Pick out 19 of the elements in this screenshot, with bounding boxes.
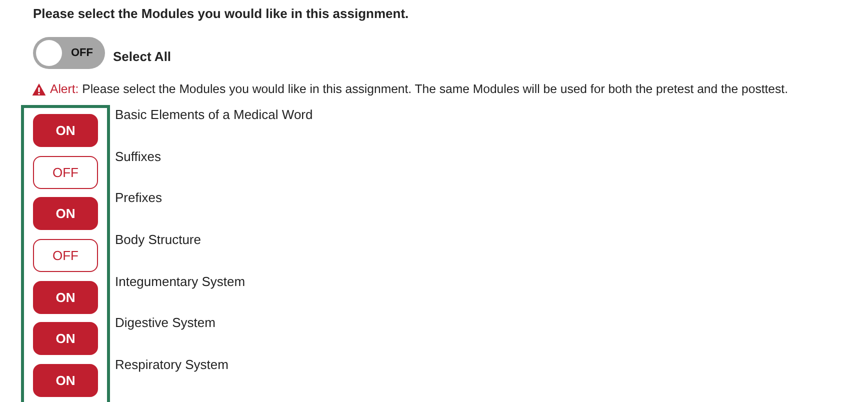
module-name: Prefixes bbox=[115, 190, 162, 206]
warning-icon bbox=[32, 82, 46, 96]
module-name: Body Structure bbox=[115, 232, 201, 248]
module-toggle[interactable]: ON bbox=[33, 364, 98, 398]
module-toggle[interactable]: ON bbox=[33, 280, 98, 314]
module-name: Respiratory System bbox=[115, 357, 228, 372]
select-all-label: Select All bbox=[113, 48, 172, 64]
module-toggle[interactable]: ON bbox=[33, 197, 98, 230]
module-toggle[interactable]: OFF bbox=[33, 239, 98, 272]
instruction-text: Please select the Modules you would like in this assignment. bbox=[33, 6, 410, 21]
module-toggle[interactable]: ON bbox=[33, 114, 98, 147]
alert-message: Alert: Please select the Modules you would like in this assignment. The same Modules will be used for both the pretest and the posttest. bbox=[50, 82, 788, 96]
module-name: Digestive System bbox=[115, 315, 216, 330]
module-name: Basic Elements of a Medical Word bbox=[115, 107, 313, 122]
module-toggle[interactable]: OFF bbox=[33, 156, 98, 189]
module-name: Suffixes bbox=[115, 148, 162, 164]
module-toggle[interactable]: ON bbox=[33, 322, 98, 356]
select-all-toggle[interactable]: OFF bbox=[33, 37, 105, 69]
module-name: Integumentary System bbox=[115, 274, 246, 289]
